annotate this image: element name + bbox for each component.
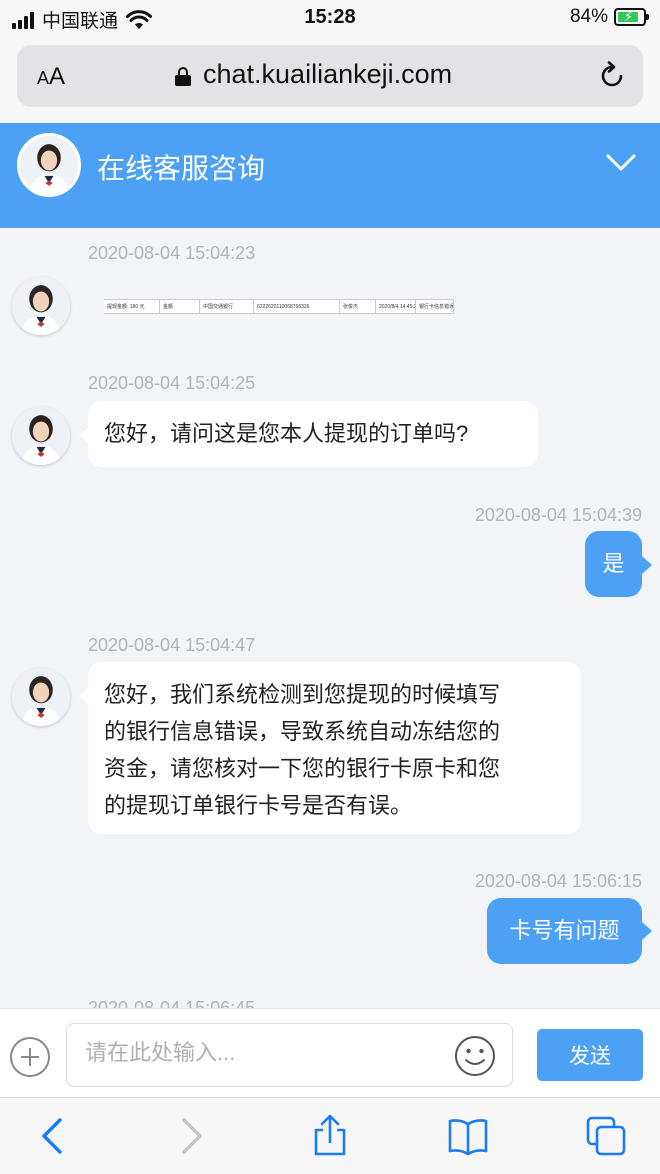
message-timestamp: 2020-08-04 15:04:39 — [474, 505, 642, 525]
message-text: 是 — [602, 551, 625, 576]
status-bar: 中国联通 15:28 84% ⚡ — [0, 0, 660, 36]
message-timestamp: 2020-08-04 15:06:15 — [474, 871, 642, 891]
agent-message-bubble: 您好，我们系统检测到您提现的时候填写 的银行信息错误，导致系统自动冻结您的 资金… — [88, 662, 581, 834]
message-input-box[interactable] — [66, 1023, 513, 1087]
share-icon[interactable] — [308, 1114, 352, 1158]
clock: 15:28 — [304, 6, 356, 28]
message-text: 您好，请问这是您本人提现的订单吗? — [104, 421, 469, 446]
plus-circle-icon[interactable] — [10, 1037, 50, 1077]
agent-message-bubble: 您好，请问这是您本人提现的订单吗? — [88, 401, 538, 467]
battery-icon: ⚡ — [614, 8, 649, 26]
user-message-bubble: 卡号有问题 — [487, 898, 642, 964]
address-bar[interactable]: AA chat.kuailiankeji.com — [17, 45, 643, 107]
image-cell: 中国交通银行 — [200, 300, 254, 313]
chevron-right-icon[interactable] — [168, 1114, 212, 1158]
agent-avatar — [12, 668, 70, 726]
text-size-button[interactable]: AA — [37, 63, 65, 91]
agent-avatar — [17, 133, 81, 197]
chevron-down-icon[interactable] — [606, 153, 636, 173]
message-line: 的提现订单银行卡号是否有误。 — [104, 793, 413, 818]
message-composer: 发送 — [0, 1008, 660, 1097]
image-cell: 张俊杰 — [340, 300, 376, 313]
message-text: 卡号有问题 — [509, 918, 620, 943]
tabs-icon[interactable] — [584, 1114, 628, 1158]
image-cell: 提现金额: 180 元 — [104, 300, 160, 313]
message-input[interactable] — [85, 1040, 445, 1066]
message-timestamp: 2020-08-04 15:06:45 — [88, 998, 256, 1008]
message-timestamp: 2020-08-04 15:04:25 — [88, 373, 256, 393]
image-cell: 银行卡信息错误 — [416, 300, 454, 313]
agent-avatar — [12, 277, 70, 335]
user-message-bubble: 是 — [585, 531, 642, 597]
browser-address-area: AA chat.kuailiankeji.com — [0, 36, 660, 123]
battery-percent: 84% — [569, 6, 608, 27]
chat-header: 在线客服咨询 — [0, 123, 660, 228]
chat-title: 在线客服咨询 — [97, 153, 266, 184]
order-screenshot-image[interactable]: 提现金额: 180 元 金额 中国交通银行 622262011006876632… — [104, 299, 454, 314]
image-cell: 2020/8/4 14:45:30 — [376, 300, 416, 313]
image-cell: 6222620110068766326 — [254, 300, 340, 313]
send-button[interactable]: 发送 — [537, 1029, 643, 1081]
browser-toolbar — [0, 1097, 660, 1174]
chevron-left-icon[interactable] — [32, 1114, 76, 1158]
reload-icon[interactable] — [597, 61, 627, 91]
url-text[interactable]: chat.kuailiankeji.com — [203, 59, 452, 90]
image-cell: 金额 — [160, 300, 200, 313]
agent-avatar — [12, 407, 70, 465]
message-timestamp: 2020-08-04 15:04:23 — [88, 243, 256, 263]
message-line: 资金，请您核对一下您的银行卡原卡和您 — [104, 756, 501, 781]
message-list[interactable]: 2020-08-04 15:04:23 提现金额: 180 元 金额 中国交通银… — [0, 228, 660, 1008]
message-timestamp: 2020-08-04 15:04:47 — [88, 635, 256, 655]
message-line: 您好，我们系统检测到您提现的时候填写 — [104, 682, 501, 707]
message-line: 的银行信息错误，导致系统自动冻结您的 — [104, 719, 501, 744]
lock-icon — [175, 67, 191, 86]
smiley-icon[interactable] — [454, 1035, 496, 1077]
book-icon[interactable] — [446, 1114, 490, 1158]
